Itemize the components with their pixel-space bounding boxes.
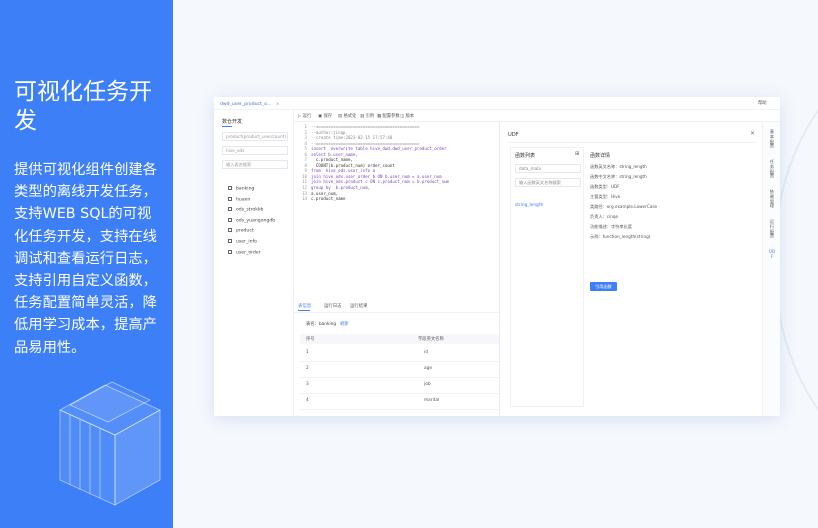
app-window: dwd_user_product_o... × 帮助 数仓开发 product(… — [214, 97, 780, 416]
udf-title: UDF — [508, 132, 519, 138]
params-button[interactable]: ▦ 配置参数 — [377, 113, 400, 119]
divider — [508, 142, 756, 143]
column-header: 字段英文名称 — [418, 337, 444, 342]
hero-title: 可视化任务开发 — [14, 79, 152, 134]
side-tab-udf[interactable]: UDF — [768, 249, 776, 260]
table-icon — [228, 217, 232, 222]
table-icon — [228, 196, 232, 201]
detail-row: 函数类型：UDF — [590, 184, 620, 189]
sidebar: 数仓开发 product(product_user/count) hive_od… — [214, 110, 294, 416]
function-list-title: 函数列表 — [515, 153, 536, 159]
table-name-label: 表名：banking 刷新 — [306, 322, 349, 327]
hero-description: 提供可视化组件创建各类型的离线开发任务，支持WEB SQL的可视化任务开发，支持… — [14, 162, 157, 356]
table-icon — [228, 238, 232, 243]
side-tab-task[interactable]: 任务配置 — [768, 159, 776, 179]
sidebar-item-table[interactable]: product — [228, 228, 275, 239]
udf-panel: UDF × 函数列表 ⊞ data_mala 输入函数英文名称搜索 string… — [500, 122, 760, 416]
column-header: 序号 — [306, 337, 315, 342]
tab-task[interactable]: dwd_user_product_o... × — [220, 100, 286, 110]
refresh-link[interactable]: 刷新 — [340, 322, 349, 327]
table-row: 2 age — [300, 362, 499, 378]
table-icon — [228, 249, 232, 254]
side-tab-dependency[interactable]: 依赖管理 — [768, 189, 776, 209]
table-search-input[interactable]: 输入表名搜索 — [222, 160, 288, 169]
sidebar-item-table[interactable]: user_order — [228, 249, 275, 261]
sidebar-title-underline — [222, 126, 232, 127]
active-tab-indicator — [298, 310, 310, 311]
list-item[interactable]: string_length — [515, 203, 543, 208]
function-list: 函数列表 ⊞ data_mala 输入函数英文名称搜索 string_lengt… — [510, 147, 584, 407]
format-button[interactable]: ▤ 格式化 — [338, 113, 356, 119]
sidebar-item-table[interactable]: user_info — [228, 238, 275, 250]
side-tabs: 基本配置 任务配置 依赖管理 运行配置 UDF — [762, 122, 780, 416]
close-icon[interactable]: × — [276, 102, 280, 107]
detail-row: 类路径：org.example.LowerCase — [590, 204, 658, 209]
side-tab-run[interactable]: 运行配置 — [768, 219, 776, 239]
table-row: 3 job — [300, 378, 499, 394]
tab-run-log[interactable]: 运行日志 — [324, 303, 342, 309]
tab-run-result[interactable]: 运行结果 — [350, 303, 368, 309]
run-button[interactable]: ▷ 运行 — [298, 113, 311, 119]
table-list: banking huaxn ods_strokkb ods_yuangongdb… — [228, 186, 275, 260]
side-tab-basic[interactable]: 基本配置 — [768, 129, 776, 149]
hero-panel: 可视化任务开发 提供可视化组件创建各类型的离线开发任务，支持WEB SQL的可视… — [0, 0, 173, 528]
detail-row: 示例：function_length(string) — [590, 234, 651, 239]
help-link[interactable]: 帮助 — [758, 100, 767, 106]
results-table-header: 序号 字段英文名称 — [300, 334, 499, 344]
detail-row: 主要类型：Hive — [590, 194, 621, 199]
detail-row: 负责人：cinqe — [590, 214, 619, 219]
function-detail-title: 函数详情 — [590, 153, 611, 159]
detail-row: 功能描述：字符串长度 — [590, 224, 632, 229]
sidebar-title: 数仓开发 — [222, 119, 243, 125]
function-db-select[interactable]: data_mala — [515, 164, 581, 173]
sidebar-item-table[interactable]: banking — [228, 186, 275, 197]
version-button[interactable]: ◫ 版本 — [400, 113, 414, 119]
tab-table-info[interactable]: 表信息 — [298, 303, 311, 309]
sidebar-item-table[interactable]: huaxn — [228, 196, 275, 208]
code-line: 14 c.product_name — [302, 196, 346, 202]
sidebar-item-table[interactable]: ods_strokkb — [228, 207, 275, 218]
function-search-input[interactable]: 输入函数英文名称搜索 — [515, 178, 581, 187]
tab-label: dwd_user_product_o... — [220, 102, 272, 107]
close-icon[interactable]: × — [750, 130, 755, 137]
task-select[interactable]: product(product_user/count) — [222, 132, 288, 141]
detail-row: 函数中文名称：string_length — [590, 174, 647, 179]
divider — [294, 312, 499, 313]
table-icon — [228, 228, 232, 233]
database-select[interactable]: hive_ods — [222, 146, 288, 155]
table-icon — [228, 186, 232, 190]
apply-function-button[interactable]: 引用函数 — [590, 282, 617, 291]
results-tabs: 表信息 运行日志 运行结果 — [298, 302, 498, 312]
sidebar-item-table[interactable]: ods_yuangongdb — [228, 217, 275, 229]
table-row: 1 id — [300, 346, 499, 362]
save-button[interactable]: ▣ 保存 — [318, 113, 332, 119]
table-icon — [228, 207, 232, 212]
add-function-icon[interactable]: ⊞ — [575, 151, 580, 157]
window-tabbar: dwd_user_product_o... × 帮助 — [214, 97, 780, 110]
detail-row: 函数英文名称：string_length — [590, 164, 647, 169]
editor-toolbar: ▷ 运行 ▣ 保存 ▤ 格式化 ▥ 引用 ▦ 配置参数 ◫ 版本 — [294, 110, 780, 122]
reference-button[interactable]: ▥ 引用 — [360, 113, 374, 119]
cube-illustration — [59, 381, 161, 506]
sql-editor[interactable]: 1 --=====================================… — [295, 124, 502, 299]
table-row: 4 marital — [300, 394, 499, 410]
